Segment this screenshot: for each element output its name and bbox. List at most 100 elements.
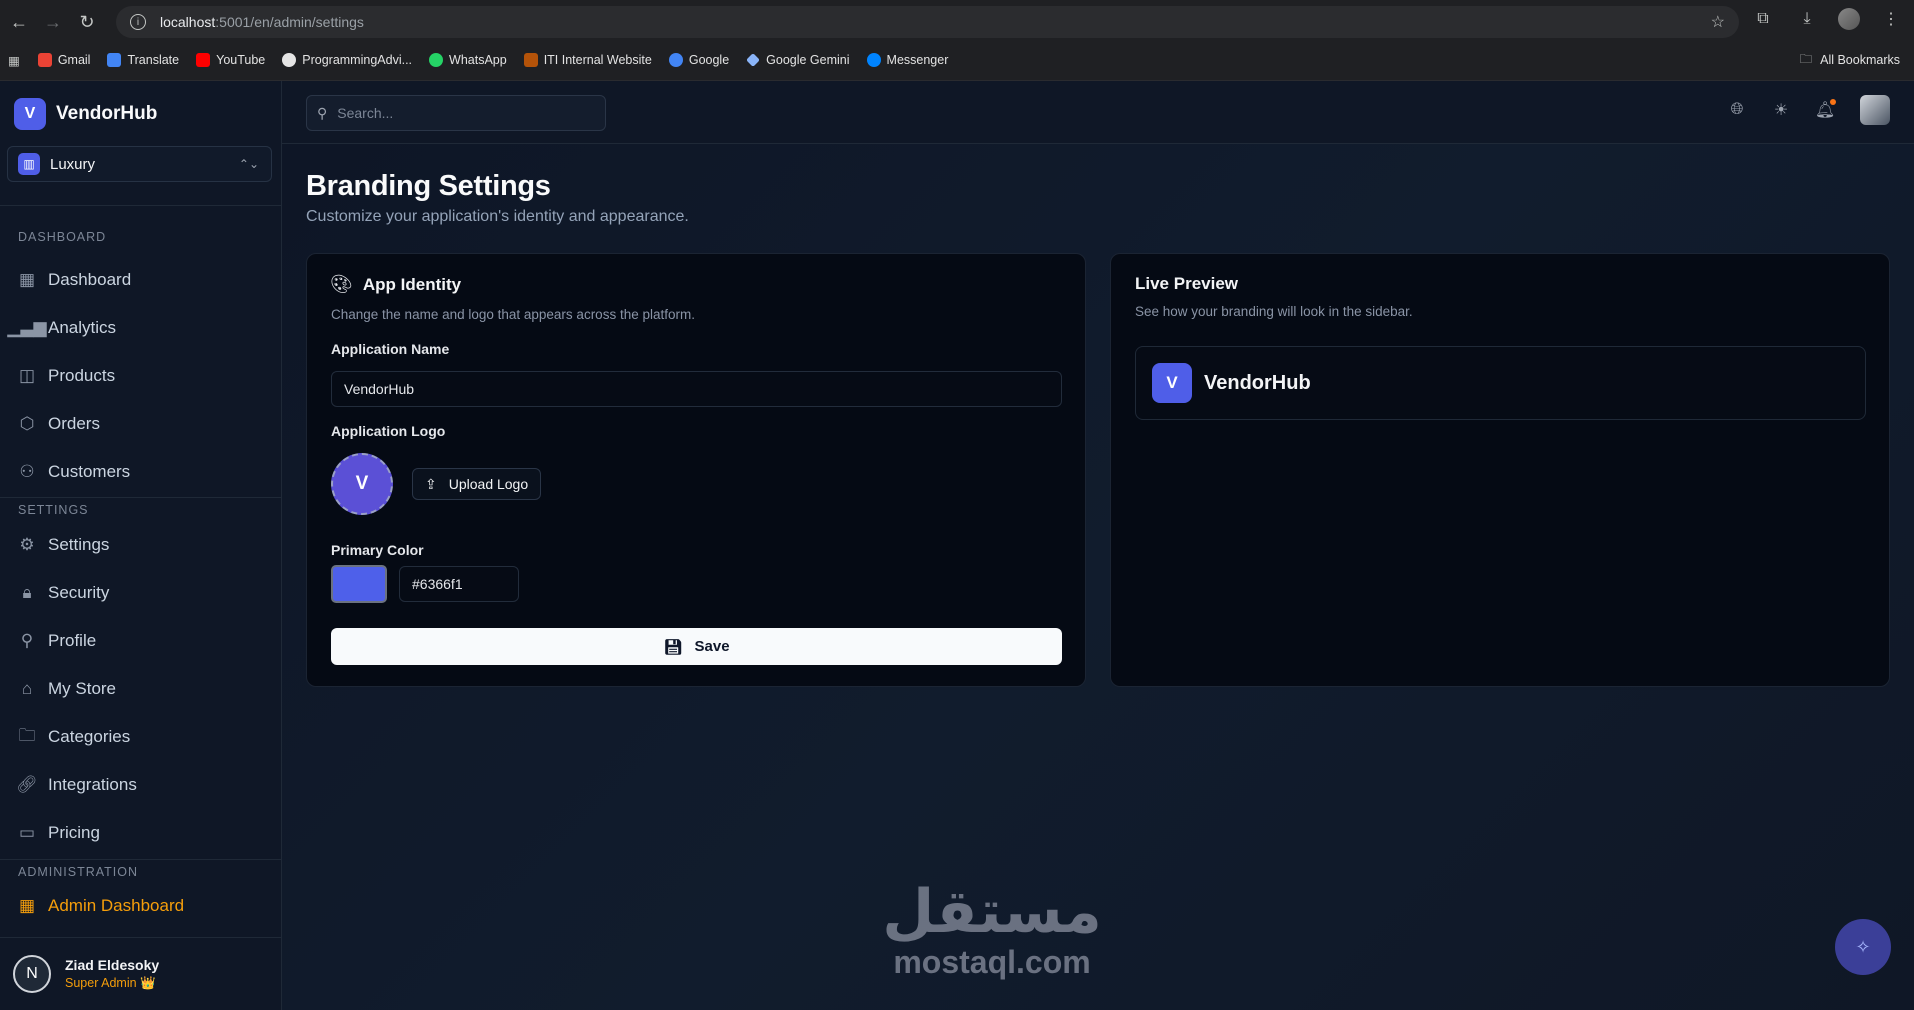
bookmark-gmail[interactable]: Gmail [37, 53, 90, 67]
brand[interactable]: V VendorHub [14, 98, 157, 130]
section-label-administration: ADMINISTRATION [18, 865, 139, 879]
app-name-label: Application Name [331, 341, 450, 357]
store-name: Luxury [50, 155, 96, 173]
color-swatch[interactable] [331, 565, 387, 603]
sidebar-item-orders[interactable]: ⬡ Orders [18, 409, 100, 439]
divider [0, 205, 282, 206]
notification-dot [1830, 99, 1836, 105]
bar-chart-icon: ▁▃▆ [7, 318, 47, 337]
sidebar-item-profile[interactable]: ⚲ Profile [18, 626, 96, 656]
browser-profile-avatar[interactable] [1838, 8, 1860, 30]
avatar: N [13, 955, 51, 993]
user-role: Super Admin 👑 [65, 976, 156, 990]
sidebar-brand-preview: V VendorHub [1135, 346, 1866, 420]
search-input[interactable]: ⚲ Search... [306, 95, 606, 131]
back-icon[interactable]: ← [4, 7, 34, 37]
extensions-icon[interactable]: ⧉ [1750, 10, 1776, 28]
color-hex-input[interactable]: #6366f1 [399, 566, 519, 602]
watermark-latin: mostaql.com [893, 944, 1091, 980]
search-icon: ⚲ [317, 104, 328, 121]
app-name-input[interactable]: VendorHub [331, 371, 1062, 407]
sidebar-item-customers[interactable]: ⚇ Customers [18, 457, 130, 487]
watermark: مستقل mostaql.com [842, 879, 1142, 979]
grid-icon: ▦ [18, 270, 36, 289]
grid-icon: ▦ [18, 896, 36, 915]
sidebar-item-dashboard[interactable]: ▦ Dashboard [18, 265, 131, 295]
youtube-icon [196, 53, 211, 67]
bookmark-messenger[interactable]: Messenger [866, 53, 948, 67]
address-bar[interactable]: i localhost:5001/en/admin/settings ☆ [116, 6, 1739, 38]
profile-avatar[interactable] [1860, 95, 1890, 125]
app-logo-label: Application Logo [331, 423, 446, 439]
brand-name: VendorHub [56, 103, 158, 124]
user-icon: ⚲ [20, 631, 34, 650]
sparkles-fab-button[interactable]: ✧ [1835, 919, 1891, 975]
sidebar-item-integrations[interactable]: 🔗︎ Integrations [16, 770, 137, 800]
sidebar-item-my-store[interactable]: ⌂ My Store [18, 674, 116, 704]
user-menu[interactable]: N Ziad Eldesoky Super Admin 👑 [13, 955, 159, 993]
main-content: Branding Settings Customize your applica… [282, 144, 1914, 1010]
bell-icon[interactable]: 🔔︎ [1815, 99, 1836, 119]
folder-icon: 🗀 [18, 725, 36, 745]
sidebar-item-analytics[interactable]: ▁▃▆ Analytics [7, 313, 116, 343]
whatsapp-icon [429, 53, 444, 67]
reload-icon[interactable]: ↻ [72, 7, 102, 37]
upload-icon: ⇪ [425, 475, 437, 492]
save-icon: 💾︎ [663, 638, 683, 656]
building-icon: ▥ [18, 153, 40, 175]
globe-icon[interactable]: 🌐︎ [1728, 101, 1746, 119]
users-icon: ⚇ [19, 462, 35, 481]
live-preview-card: Live Preview See how your branding will … [1110, 253, 1890, 687]
bookmark-whatsapp[interactable]: WhatsApp [429, 53, 507, 67]
preview-name: VendorHub [1204, 371, 1311, 394]
store-icon: ⌂ [21, 679, 33, 698]
divider [0, 859, 282, 860]
credit-card-icon: ▭ [18, 823, 36, 842]
gmail-icon [37, 53, 52, 67]
search-placeholder: Search... [337, 105, 394, 121]
section-label-settings: SETTINGS [18, 503, 89, 517]
browser-menu-icon[interactable]: ⋮ [1878, 9, 1904, 29]
forward-icon[interactable]: → [38, 7, 68, 37]
folder-icon: 🗀 [1799, 51, 1813, 66]
bookmark-programmingadvices[interactable]: ProgrammingAdvi... [282, 53, 412, 67]
palette-icon: 🎨︎ [330, 274, 353, 294]
all-bookmarks[interactable]: 🗀 All Bookmarks [1800, 50, 1900, 71]
programmingadvices-icon [282, 53, 297, 67]
bookmark-star-icon[interactable]: ☆ [1711, 12, 1725, 32]
link-icon: 🔗︎ [16, 775, 38, 794]
card-description: Change the name and logo that appears ac… [331, 307, 695, 322]
sparkles-icon: ✧ [1855, 936, 1871, 957]
package-icon: ⬡ [19, 414, 35, 433]
download-icon[interactable]: ⤓ [1794, 10, 1820, 28]
bookmark-translate[interactable]: Translate [107, 53, 179, 67]
sun-icon[interactable]: ☀ [1772, 101, 1790, 119]
bookmarks-bar: ▦ Gmail Translate YouTube ProgrammingAdv… [0, 48, 1914, 72]
sidebar-item-settings[interactable]: ⚙ Settings [18, 530, 109, 560]
url-path: :5001/en/admin/settings [215, 14, 364, 30]
page-subtitle: Customize your application's identity an… [306, 208, 689, 225]
sidebar-item-admin-dashboard[interactable]: ▦ Admin Dashboard [18, 891, 184, 921]
upload-logo-button[interactable]: ⇪ Upload Logo [412, 468, 542, 500]
bookmark-gemini[interactable]: Google Gemini [746, 53, 850, 67]
sidebar-item-categories[interactable]: 🗀 Categories [18, 722, 131, 752]
save-button[interactable]: 💾︎ Save [331, 628, 1062, 665]
translate-icon [107, 53, 122, 67]
sidebar-item-pricing[interactable]: ▭ Pricing [18, 818, 100, 848]
card-title: Live Preview [1135, 274, 1239, 293]
store-selector[interactable]: ▥ Luxury ⌃⌄ [7, 146, 272, 182]
gear-icon: ⚙ [19, 535, 35, 554]
site-info-icon[interactable]: i [130, 14, 146, 30]
shopping-bag-icon: ◫ [18, 366, 36, 385]
sidebar-item-products[interactable]: ◫ Products [18, 361, 115, 391]
brand-logo: V [14, 98, 46, 130]
bookmark-youtube[interactable]: YouTube [196, 53, 265, 67]
url-host: localhost [160, 14, 216, 30]
browser-chrome: ← → ↻ i localhost:5001/en/admin/settings… [0, 0, 1914, 81]
sidebar-item-security[interactable]: 🔒︎ Security [18, 578, 109, 608]
card-title: App Identity [362, 274, 462, 294]
gemini-icon [746, 53, 761, 67]
bookmark-google[interactable]: Google [668, 53, 729, 67]
bookmark-iti[interactable]: ITI Internal Website [523, 53, 652, 67]
apps-grid-icon[interactable]: ▦ [8, 53, 20, 68]
